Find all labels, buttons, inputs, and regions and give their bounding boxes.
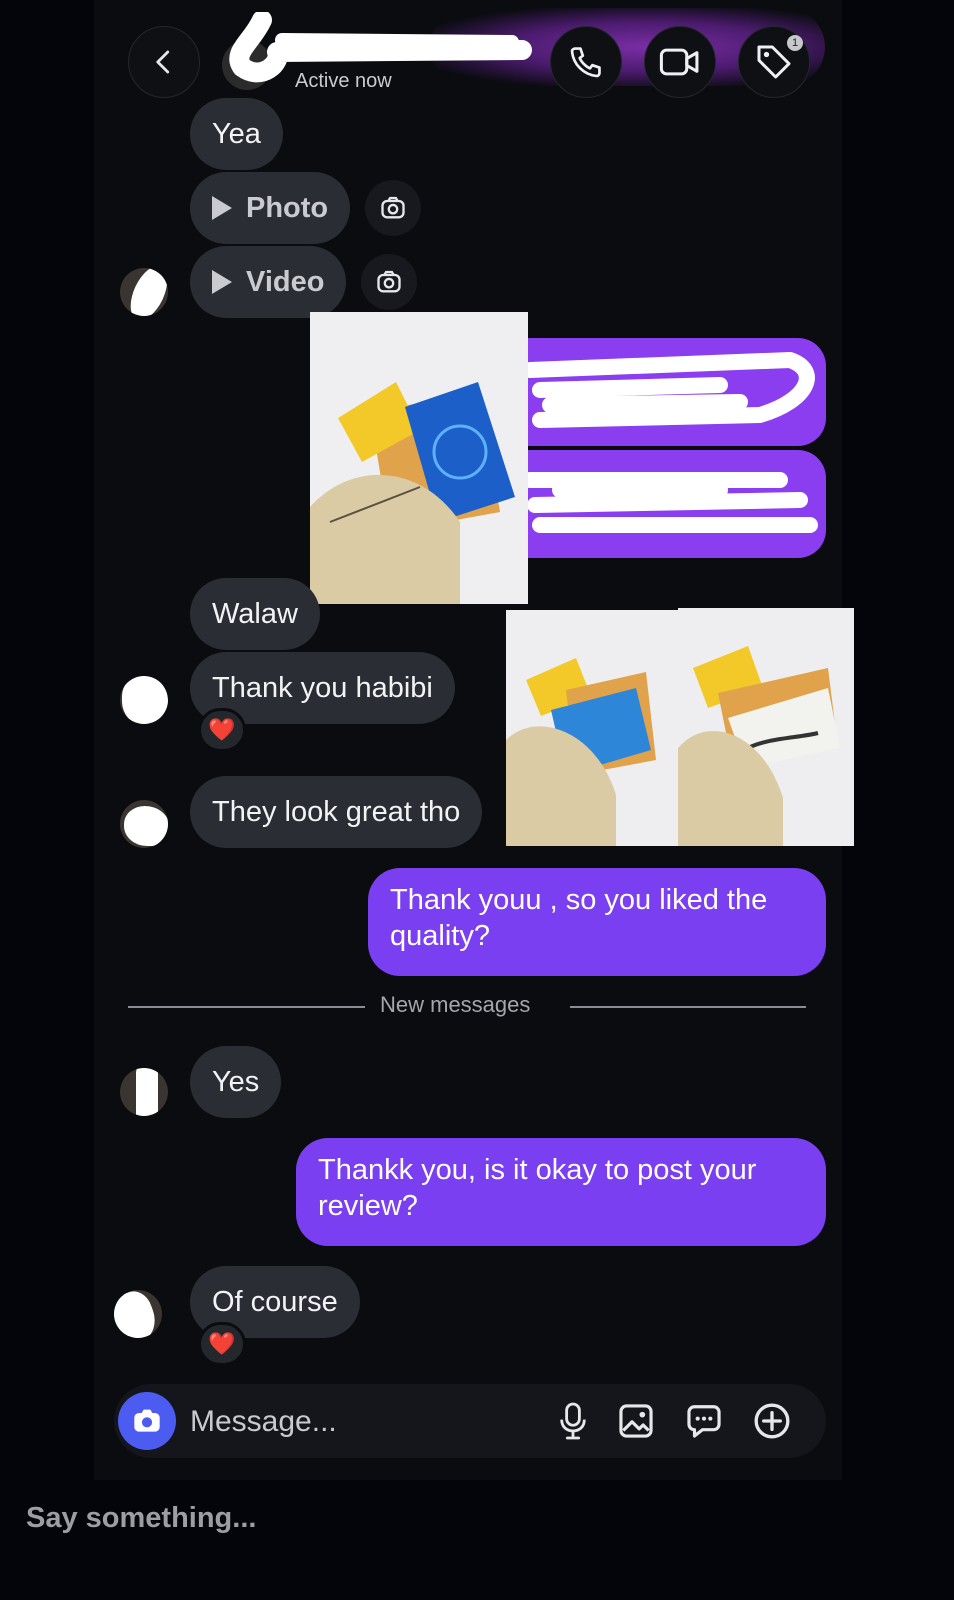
story-screen: Active now 1 Yea Photo Video Walaw Thank… [0,0,954,1600]
voice-message-button[interactable] [551,1399,595,1443]
message-text: Yes [212,1065,260,1098]
cardholder-blue-illustration [506,610,678,846]
story-reply-input[interactable]: Say something... [26,1502,256,1535]
message-text: Of course [212,1285,338,1318]
new-messages-divider: New messages [380,992,531,1017]
voice-call-button[interactable] [550,26,622,98]
composer-camera-button[interactable] [118,1392,176,1450]
cardholder-white-illustration [678,608,854,846]
sender-avatar[interactable] [114,1290,162,1338]
play-icon [212,196,232,220]
sender-avatar[interactable] [120,1068,168,1116]
message-bubble-yes[interactable]: Yes [190,1046,282,1118]
wallet-photo-illustration [310,312,528,604]
message-bubble-video[interactable]: Video [190,246,347,318]
heart-reaction[interactable]: ❤️ [198,708,246,752]
heart-reaction[interactable]: ❤️ [198,1322,246,1366]
gallery-button[interactable] [614,1399,658,1443]
sender-avatar[interactable] [120,676,168,724]
image-icon [619,1404,653,1438]
tag-button[interactable]: 1 [738,26,810,98]
message-text: Yea [212,117,261,150]
outgoing-bubble-thankk-you[interactable]: Thankk you, is it okay to post your revi… [296,1138,826,1246]
product-photo-cardholder-white[interactable] [678,608,854,846]
message-text: Walaw [212,597,298,630]
heart-icon: ❤️ [208,717,236,742]
sticker-button[interactable] [682,1399,726,1443]
microphone-icon [560,1402,586,1440]
tag-badge: 1 [787,35,803,51]
product-photo-cardholder-blue[interactable] [506,610,678,846]
heart-icon: ❤️ [208,1331,236,1356]
chat-bubble-icon [687,1405,721,1438]
sender-avatar[interactable] [120,268,168,316]
product-photo-wallet[interactable] [310,312,528,604]
camera-icon [381,196,405,219]
back-button[interactable] [128,26,200,98]
phone-icon [570,47,601,78]
redaction-scribble [522,352,818,533]
contact-status: Active now [295,70,392,92]
camera-icon [377,270,401,293]
message-input[interactable] [190,1400,520,1444]
view-photo-button[interactable] [365,180,421,236]
message-bubble-they-look-great[interactable]: They look great tho [190,776,483,848]
message-text: Thank youu , so you liked the quality? [390,884,768,953]
message-text: Photo [246,191,329,224]
chevron-left-icon [156,50,170,74]
plus-circle-icon [754,1403,790,1439]
message-text: They look great tho [212,795,461,828]
message-bubble-walaw[interactable]: Walaw [190,578,320,650]
sender-avatar[interactable] [120,800,168,848]
divider-line-right [570,1006,806,1008]
message-text: Thankk you, is it okay to post your revi… [318,1154,757,1223]
play-icon [212,270,232,294]
outgoing-bubble-thank-youu[interactable]: Thank youu , so you liked the quality? [368,868,826,976]
message-text: Thank you habibi [212,671,433,704]
camera-icon [134,1409,160,1432]
message-bubble-photo[interactable]: Photo [190,172,351,244]
message-bubble-yea[interactable]: Yea [190,98,283,170]
view-video-button[interactable] [361,254,417,310]
video-call-button[interactable] [644,26,716,98]
more-options-button[interactable] [750,1399,794,1443]
divider-line-left [128,1006,365,1008]
message-text: Video [246,265,325,298]
video-camera-icon [659,48,699,76]
